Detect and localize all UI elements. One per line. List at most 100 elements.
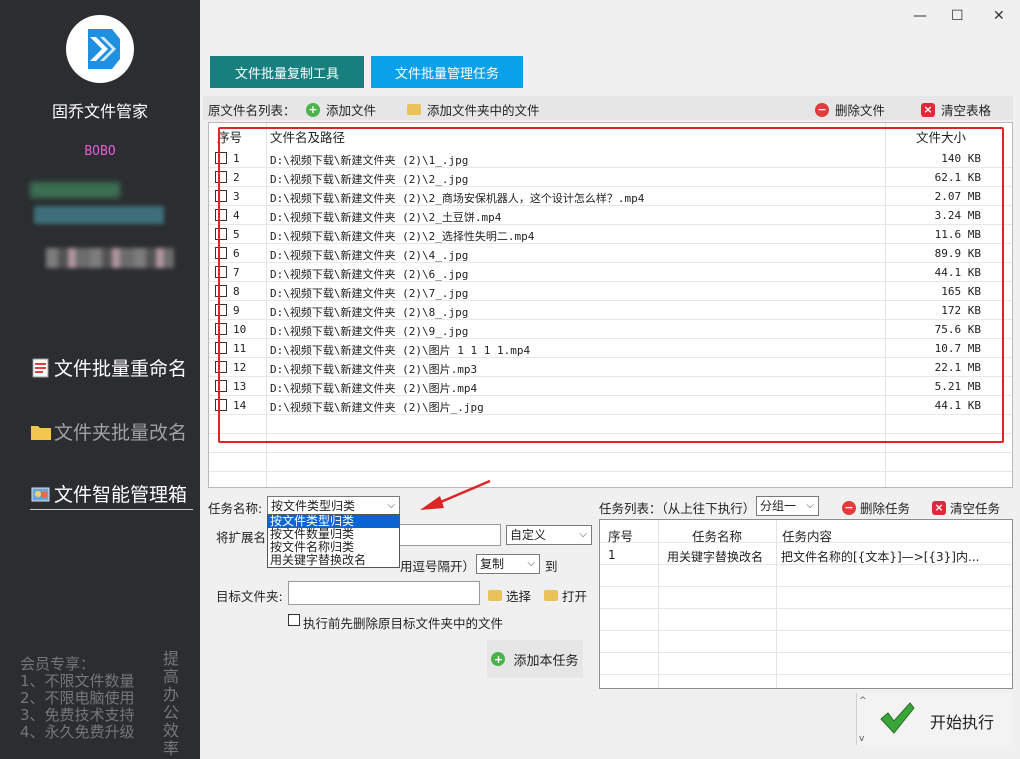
task-name-value: 按文件类型归类 — [271, 499, 356, 513]
add-file-button[interactable]: + 添加文件 — [306, 100, 376, 119]
delete-before-label: 执行前先删除原目标文件夹中的文件 — [303, 616, 504, 631]
open-button[interactable]: 打开 — [544, 586, 587, 605]
chevron-up-icon[interactable]: ^ — [859, 696, 867, 706]
minimize-icon[interactable]: — — [913, 8, 927, 24]
task-name-select[interactable]: 按文件类型归类 ⌵ — [267, 496, 400, 516]
tab-batch-copy[interactable]: 文件批量复制工具 — [210, 56, 364, 88]
chevron-down-icon: ⌵ — [527, 558, 535, 569]
row-divider — [600, 630, 1012, 631]
start-label: 开始执行 — [930, 713, 995, 732]
folder-open-icon — [544, 590, 558, 601]
task-name-dropdown: 按文件类型归类 按文件数量归类 按文件名称归类 用关键字替换改名 — [267, 514, 400, 568]
column-divider — [776, 520, 777, 688]
app-name: 固乔文件管家 — [51, 102, 148, 121]
to-label: 到 — [545, 559, 558, 574]
column-header-no: 序号 — [608, 529, 634, 544]
blurred-info — [46, 248, 174, 268]
delete-task-button[interactable]: − 删除任务 — [842, 498, 910, 517]
comma-hint: 用逗号隔开） — [400, 559, 476, 574]
minus-icon: − — [815, 102, 829, 117]
promo-slogan: 提高办公效率 — [163, 649, 180, 758]
promo-line: 2、不限电脑使用 — [20, 689, 135, 707]
open-label: 打开 — [562, 589, 588, 604]
operation-value: 复制 — [480, 557, 505, 571]
group-select[interactable]: 分组一 ⌵ — [756, 496, 819, 516]
sidebar-item-folder-rename[interactable]: 文件夹批量改名 — [30, 418, 187, 445]
ext-label: 将扩展名 — [216, 530, 267, 545]
delete-file-label: 删除文件 — [835, 103, 886, 118]
plus-icon: + — [306, 102, 320, 117]
column-divider — [658, 520, 659, 688]
add-task-button[interactable]: + 添加本任务 — [487, 640, 583, 678]
row-divider — [600, 608, 1012, 609]
blurred-info — [34, 206, 164, 224]
choose-button[interactable]: 选择 — [488, 586, 531, 605]
sidebar-item-label: 文件智能管理箱 — [54, 484, 188, 506]
column-header-content: 任务内容 — [782, 529, 833, 544]
clear-tasks-button[interactable]: × 清空任务 — [932, 498, 1000, 517]
minus-icon: − — [842, 500, 856, 515]
task-table: 序号 任务名称 任务内容 1 用关键字替换改名 把文件名称的[{文本}]—>[{… — [599, 519, 1013, 689]
task-no[interactable]: 1 — [608, 548, 616, 562]
task-name-label: 任务名称: — [208, 501, 263, 516]
folder-icon — [488, 590, 502, 601]
chevron-down-icon: ⌵ — [579, 529, 587, 540]
column-header-name: 任务名称 — [692, 529, 743, 544]
folder-icon — [30, 421, 52, 443]
custom-value: 自定义 — [510, 528, 547, 542]
dropdown-option[interactable]: 用关键字替换改名 — [268, 554, 399, 567]
promo-line: 1、不限文件数量 — [20, 672, 135, 690]
highlight-box — [218, 127, 1004, 443]
add-folder-label: 添加文件夹中的文件 — [427, 103, 540, 118]
user-name: BOBO — [84, 144, 116, 159]
custom-select[interactable]: 自定义 ⌵ — [506, 525, 592, 545]
sidebar: 固乔文件管家 BOBO 文件批量重命名 文件夹批量改名 文件智能管理箱 会员专享… — [0, 0, 200, 759]
promo-line: 4、永久免费升级 — [20, 723, 135, 741]
close-icon[interactable]: ✕ — [993, 8, 1005, 24]
clear-icon: × — [921, 102, 935, 117]
add-folder-button[interactable]: 添加文件夹中的文件 — [407, 100, 540, 119]
group-value: 分组一 — [760, 499, 797, 513]
task-list-label: 任务列表：（从上往下执行） — [599, 501, 756, 516]
source-list-label: 原文件名列表： — [208, 103, 296, 118]
manager-icon — [30, 483, 52, 505]
clear-table-button[interactable]: × 清空表格 — [921, 100, 991, 119]
chevron-down-icon[interactable]: v — [859, 734, 864, 744]
checkmark-icon — [880, 702, 915, 734]
clear-tasks-label: 清空任务 — [950, 501, 1001, 516]
sidebar-item-label: 文件夹批量改名 — [54, 422, 188, 444]
chevron-down-icon: ⌵ — [387, 500, 395, 511]
promo-text: 会员专享： 1、不限文件数量 2、不限电脑使用 3、免费技术支持 4、永久免费升… — [20, 656, 135, 741]
choose-label: 选择 — [506, 589, 532, 604]
sidebar-item-smart-manager[interactable]: 文件智能管理箱 — [30, 480, 193, 510]
task-name[interactable]: 用关键字替换改名 — [667, 548, 763, 565]
promo-line: 会员专享： — [20, 655, 96, 673]
start-button[interactable]: 开始执行 — [856, 693, 1012, 745]
row-divider — [600, 586, 1012, 587]
maximize-icon[interactable]: ☐ — [951, 8, 964, 24]
row-divider — [600, 674, 1012, 675]
document-icon — [30, 357, 52, 379]
blurred-info — [30, 182, 120, 198]
delete-before-checkbox[interactable] — [288, 614, 300, 626]
delete-file-button[interactable]: − 删除文件 — [815, 100, 885, 119]
clear-table-label: 清空表格 — [941, 103, 992, 118]
app-logo-icon — [66, 15, 134, 83]
promo-line: 3、免费技术支持 — [20, 706, 135, 724]
ext-input[interactable] — [398, 524, 501, 546]
tab-batch-manage[interactable]: 文件批量管理任务 — [371, 56, 523, 88]
empty-row — [209, 453, 1012, 472]
plus-icon: + — [491, 652, 506, 666]
chevron-down-icon: ⌵ — [806, 500, 814, 511]
clear-icon: × — [932, 500, 946, 515]
operation-select[interactable]: 复制 ⌵ — [476, 554, 540, 574]
task-content[interactable]: 把文件名称的[{文本}]—>[{3}]内... — [781, 548, 979, 565]
add-file-label: 添加文件 — [326, 103, 377, 118]
target-folder-input[interactable] — [288, 581, 480, 605]
delete-task-label: 删除任务 — [860, 501, 911, 516]
row-divider — [600, 652, 1012, 653]
sidebar-item-batch-rename[interactable]: 文件批量重命名 — [30, 354, 187, 381]
add-task-label: 添加本任务 — [513, 653, 579, 669]
folder-add-icon — [407, 104, 421, 115]
sidebar-item-label: 文件批量重命名 — [54, 358, 188, 380]
